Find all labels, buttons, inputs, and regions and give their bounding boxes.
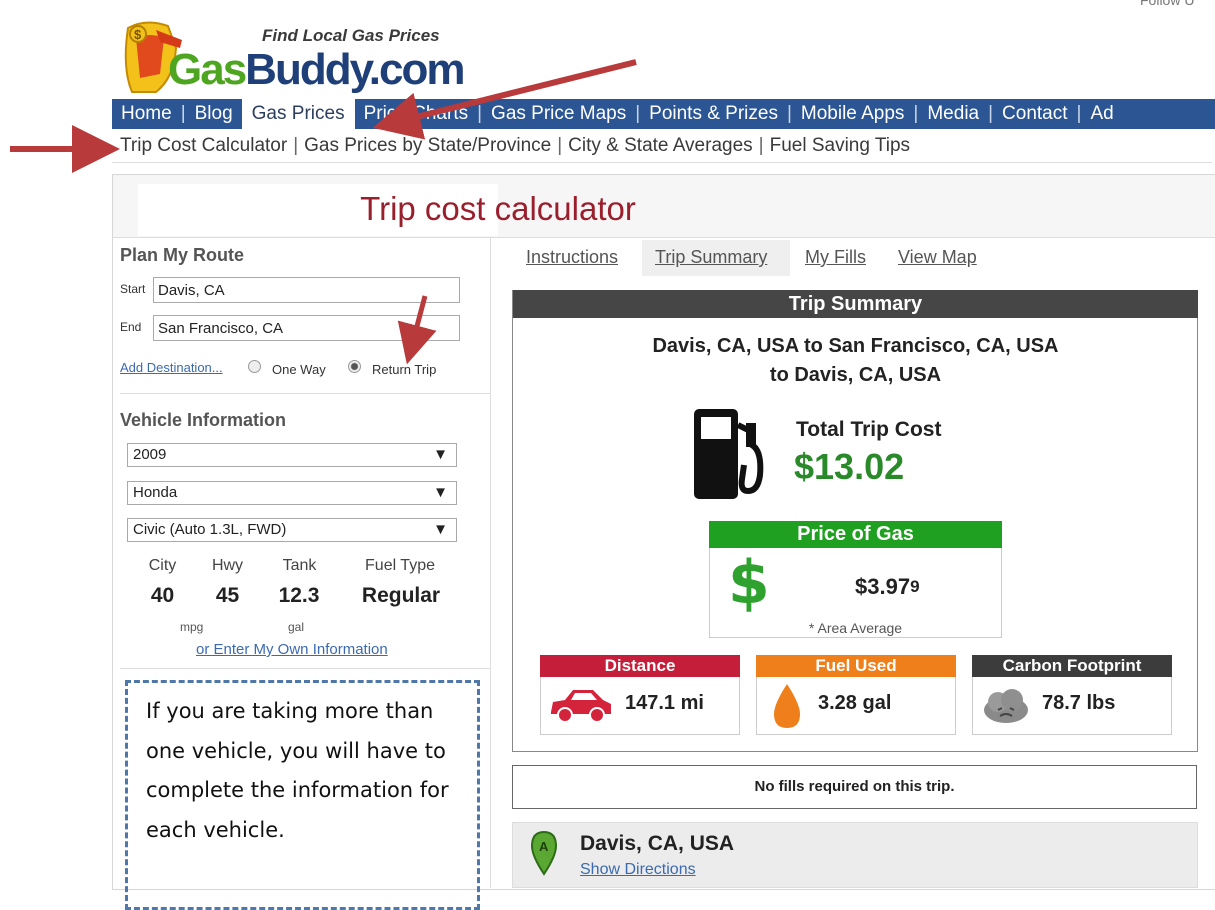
arrow-to-gas-prices	[372, 59, 637, 140]
arrow-to-return-trip	[397, 295, 437, 365]
annotation-arrows-overlay	[10, 59, 637, 365]
